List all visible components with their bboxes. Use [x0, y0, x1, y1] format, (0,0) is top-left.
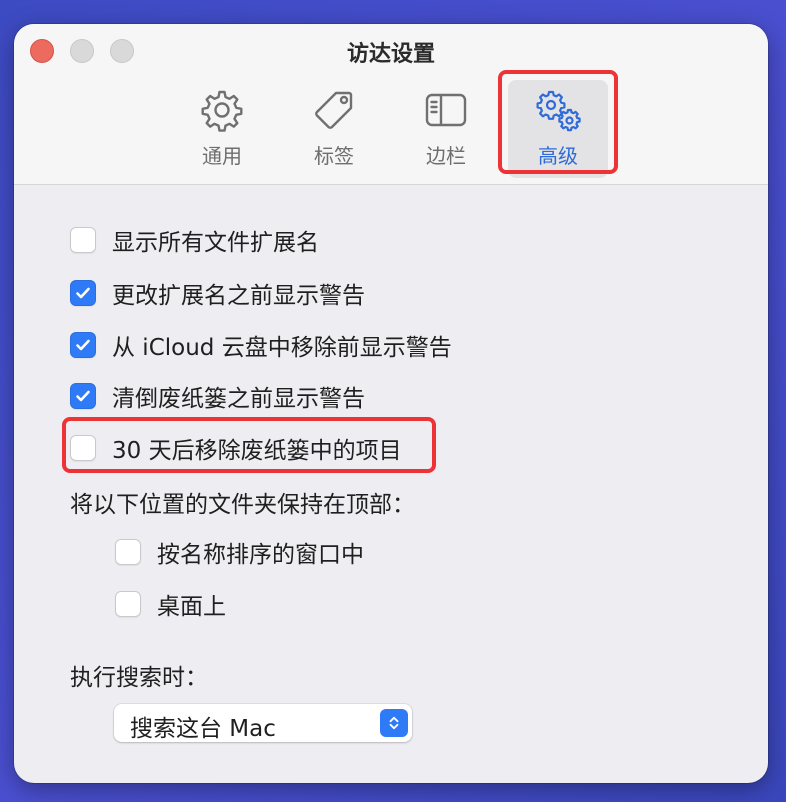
checkbox[interactable]	[70, 332, 96, 358]
checkbox[interactable]	[70, 280, 96, 306]
gear-icon	[201, 90, 243, 132]
option-warn-empty-trash[interactable]: 清倒废纸篓之前显示警告	[70, 379, 365, 413]
option-warn-icloud-remove[interactable]: 从 iCloud 云盘中移除前显示警告	[70, 328, 452, 362]
checkbox[interactable]	[70, 227, 96, 253]
option-show-extensions[interactable]: 显示所有文件扩展名	[70, 223, 319, 257]
option-folders-top-windows[interactable]: 按名称排序的窗口中	[115, 535, 364, 569]
option-remove-trash-30-days[interactable]: 30 天后移除废纸篓中的项目	[70, 431, 402, 465]
option-label: 显示所有文件扩展名	[112, 230, 319, 256]
checkmark-icon	[76, 287, 90, 299]
option-folders-top-desktop[interactable]: 桌面上	[115, 587, 226, 621]
keep-folders-label: 将以下位置的文件夹保持在顶部：	[70, 492, 415, 518]
option-label: 清倒废纸篓之前显示警告	[112, 386, 365, 412]
option-warn-change-extension[interactable]: 更改扩展名之前显示警告	[70, 276, 365, 310]
toolbar: 访达设置 通用 标签 边栏 高级	[14, 24, 768, 185]
tab-label: 标签	[314, 144, 354, 168]
tab-advanced[interactable]: 高级	[508, 80, 608, 178]
finder-settings-window: 访达设置 通用 标签 边栏 高级 显示所有文件扩展名 更改扩展名之前显示警告 从…	[14, 24, 768, 783]
search-label: 执行搜索时：	[70, 665, 208, 691]
tab-general[interactable]: 通用	[172, 80, 272, 178]
checkbox[interactable]	[70, 435, 96, 461]
window-title: 访达设置	[346, 42, 435, 67]
option-label: 从 iCloud 云盘中移除前显示警告	[112, 335, 452, 361]
checkmark-icon	[76, 390, 90, 402]
tab-sidebar[interactable]: 边栏	[396, 80, 496, 178]
chevron-updown-icon[interactable]	[380, 709, 408, 737]
option-label: 桌面上	[157, 594, 226, 620]
option-label: 按名称排序的窗口中	[157, 542, 364, 568]
search-scope-select[interactable]: 搜索这台 Mac	[114, 704, 412, 742]
tab-label: 通用	[202, 144, 242, 168]
checkbox[interactable]	[115, 591, 141, 617]
tab-label: 高级	[538, 144, 578, 168]
tab-label: 边栏	[426, 144, 466, 168]
tag-icon	[315, 91, 353, 129]
gears-icon	[536, 90, 581, 132]
sidebar-icon	[425, 93, 467, 127]
select-value: 搜索这台 Mac	[130, 716, 276, 742]
option-label: 30 天后移除废纸篓中的项目	[112, 438, 402, 464]
checkmark-icon	[76, 339, 90, 351]
checkbox[interactable]	[115, 539, 141, 565]
checkbox[interactable]	[70, 383, 96, 409]
option-label: 更改扩展名之前显示警告	[112, 283, 365, 309]
tab-tags[interactable]: 标签	[284, 80, 384, 178]
